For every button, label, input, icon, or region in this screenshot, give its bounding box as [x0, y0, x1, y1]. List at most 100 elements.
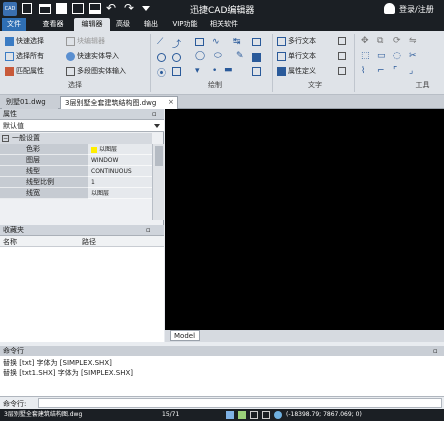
status-bar: 3层别墅全套建筑结构图.dwg 15/71 (-18398.79; 7867.0… [0, 409, 444, 421]
pin-icon[interactable]: ▫ [433, 347, 438, 355]
snap-icon[interactable] [226, 411, 234, 419]
grid-icon[interactable] [238, 411, 246, 419]
trim-icon[interactable]: ✂ [409, 51, 417, 61]
scale-icon[interactable]: ⬚ [361, 51, 370, 61]
quick-access-dropdown-icon[interactable] [142, 6, 150, 11]
text-find-icon[interactable] [338, 67, 346, 75]
multiline-text-button[interactable]: 多行文本 [277, 36, 316, 46]
tab-related-software[interactable]: 相关软件 [206, 18, 242, 31]
text-edit-icon[interactable] [338, 52, 346, 60]
chevron-down-icon[interactable] [154, 124, 160, 128]
wipeout-icon[interactable]: ▬ [224, 65, 233, 75]
document-tabs: 别墅01.dwg 3层别墅全套建筑结构图.dwg × [0, 95, 444, 109]
dimension-icon[interactable]: ↹ [233, 37, 241, 47]
polyline-icon[interactable]: ⤴ [172, 37, 181, 50]
offset-icon[interactable]: ◌ [393, 51, 401, 61]
block-editor-button[interactable]: 块编辑器 [66, 36, 105, 46]
prop-row-linetype-scale[interactable]: 线型比例 1 [0, 177, 152, 188]
column-path[interactable]: 路径 [82, 237, 96, 247]
tab-model[interactable]: Model [170, 330, 200, 341]
status-page-count: 15/71 [162, 411, 180, 418]
attribute-define-button[interactable]: 属性定义 [277, 66, 316, 76]
status-filename: 3层别墅全套建筑结构图.dwg [4, 411, 83, 418]
login-link[interactable]: 登录/注册 [399, 4, 434, 15]
status-coordinates: (-18398.79; 7867.069; 0) [286, 411, 362, 418]
text-style-icon[interactable] [338, 37, 346, 45]
extend-icon[interactable]: ⌐ [377, 66, 385, 76]
cursor-icon [5, 36, 14, 46]
prop-row-color[interactable]: 色彩 以图层 [0, 144, 152, 155]
save-as-icon[interactable] [72, 3, 84, 14]
drawing-canvas[interactable] [165, 109, 444, 330]
single-line-text-button[interactable]: 单行文本 [277, 51, 316, 61]
match-properties-button[interactable]: 匹配属性 [5, 66, 44, 76]
scrollbar-thumb[interactable] [155, 146, 163, 166]
quick-entity-import-button[interactable]: 快速实体导入 [66, 51, 119, 61]
prop-row-linetype[interactable]: 线型 CONTINUOUS [0, 166, 152, 177]
tab-vip[interactable]: VIP功能 [169, 18, 201, 31]
image-icon[interactable] [252, 67, 261, 76]
pen-icon[interactable]: ✎ [236, 51, 244, 61]
group-label-text: 文字 [308, 81, 322, 89]
undo-icon[interactable]: ↶ [106, 1, 116, 15]
open-folder-icon[interactable] [39, 4, 51, 14]
new-file-icon[interactable] [22, 3, 32, 14]
rotate-icon[interactable]: ⟳ [393, 36, 401, 46]
hatch-icon[interactable] [252, 38, 261, 46]
tab-advanced[interactable]: 高级 [113, 18, 133, 31]
fillet-icon[interactable]: ⌜ [393, 66, 397, 76]
redo-icon[interactable]: ↷ [124, 1, 134, 15]
general-section-header[interactable]: − 一般设置 [0, 133, 152, 144]
fill-icon[interactable] [252, 53, 261, 62]
pin-icon[interactable]: ▫ [146, 226, 151, 234]
rectangle-icon[interactable] [195, 38, 204, 46]
favorites-list[interactable]: 名称 路径 [0, 236, 164, 342]
copy-icon[interactable]: ⧉ [377, 36, 383, 46]
ribbon-separator [272, 34, 273, 92]
select-all-button[interactable]: 选择所有 [5, 51, 44, 61]
command-input[interactable] [38, 398, 442, 408]
arc-icon[interactable] [172, 53, 181, 62]
array-icon[interactable]: ▭ [377, 51, 386, 61]
user-icon[interactable] [384, 3, 395, 14]
close-tab-icon[interactable]: × [168, 98, 174, 106]
line-icon[interactable]: ⟋ [157, 37, 163, 47]
ortho-icon[interactable] [250, 411, 258, 419]
doc-tab-villa01[interactable]: 别墅01.dwg [2, 96, 58, 109]
tab-viewer[interactable]: 查看器 [38, 18, 68, 31]
mirror-icon[interactable]: ⇋ [409, 36, 417, 46]
multi-entity-input-button[interactable]: 多段图实体输入 [66, 66, 126, 76]
prop-row-lineweight[interactable]: 线宽 以图层 [0, 188, 152, 199]
ellipse-icon[interactable]: ⬭ [214, 51, 222, 61]
doc-tab-villa-structure[interactable]: 3层别墅全套建筑结构图.dwg [60, 96, 178, 109]
explode-icon[interactable]: ⌇ [361, 66, 365, 76]
properties-scrollbar[interactable] [152, 144, 164, 220]
save-icon[interactable] [56, 3, 67, 14]
prop-row-layer[interactable]: 图层 WINDOW [0, 155, 152, 166]
quick-select-button[interactable]: 快速选择 [5, 36, 44, 46]
favorites-column-header: 名称 路径 [0, 236, 164, 247]
point-icon[interactable]: ⦿ [157, 66, 166, 79]
tab-file[interactable]: 文件 [2, 18, 26, 31]
spline-icon[interactable]: ∿ [212, 37, 220, 47]
region-icon[interactable]: ▾ [195, 66, 200, 76]
circle-icon[interactable] [157, 53, 166, 62]
dot-icon[interactable]: • [212, 66, 217, 76]
group-label-draw: 绘制 [208, 81, 222, 89]
properties-filter-dropdown[interactable]: 默认值 [0, 120, 164, 132]
text-icon [277, 51, 286, 61]
print-icon[interactable] [89, 3, 101, 14]
pin-icon[interactable]: ▫ [152, 110, 157, 118]
column-name[interactable]: 名称 [3, 237, 17, 247]
move-icon[interactable]: ✥ [361, 36, 369, 46]
command-history: 替换 [txt] 字体为 [SIMPLEX.SHX] 替换 [txt1.SHX]… [0, 356, 444, 396]
osnap-icon[interactable] [274, 411, 282, 419]
collapse-icon[interactable]: − [2, 135, 9, 142]
polygon-icon[interactable]: ◯ [195, 51, 205, 61]
mtext-icon [277, 36, 286, 46]
chamfer-icon[interactable]: ⌟ [409, 66, 413, 76]
tab-editor[interactable]: 编辑器 [74, 18, 110, 31]
tab-output[interactable]: 输出 [141, 18, 161, 31]
table-icon[interactable] [172, 67, 181, 76]
polar-icon[interactable] [262, 411, 270, 419]
